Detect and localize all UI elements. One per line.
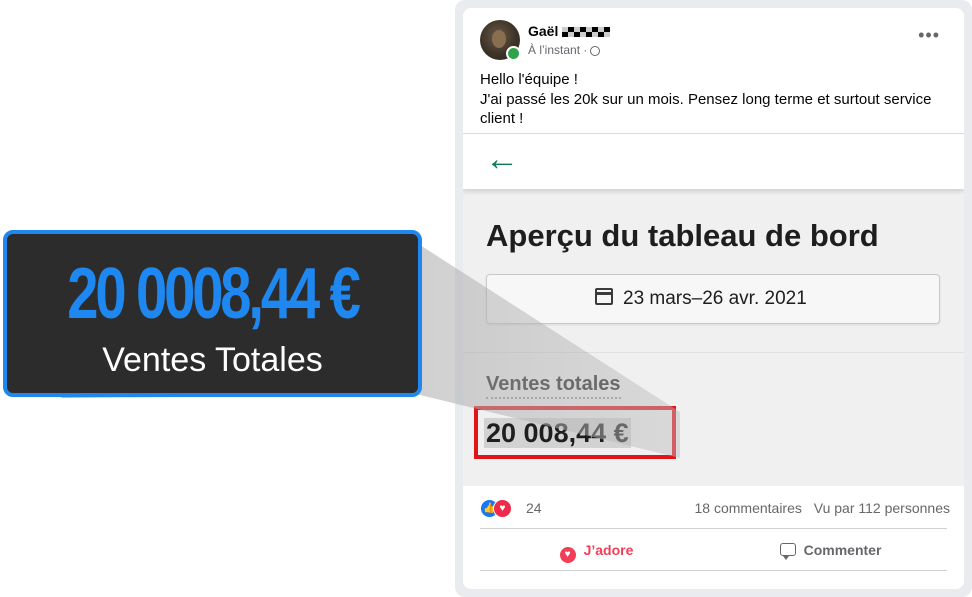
author-first-name[interactable]: Gaël xyxy=(528,23,558,39)
calendar-icon xyxy=(595,288,613,305)
post-text-line: Hello l'équipe ! xyxy=(480,71,578,88)
view-count[interactable]: Vu par 112 personnes xyxy=(814,500,950,516)
total-sales-value: 20 008,44 € xyxy=(484,418,631,448)
sales-callout: 20 0008,44 € Ventes Totales xyxy=(3,230,422,397)
love-icon[interactable]: ♥ xyxy=(493,499,512,518)
dashboard-title: Aperçu du tableau de bord xyxy=(486,218,879,253)
online-status-dot xyxy=(506,46,521,61)
reaction-count[interactable]: 24 xyxy=(526,500,542,516)
comments-count[interactable]: 18 commentaires xyxy=(695,500,802,516)
post-text-line: J'ai passé les 20k sur un mois. Pensez l… xyxy=(480,90,932,108)
date-range-text: 23 mars–26 avr. 2021 xyxy=(623,288,807,309)
more-options-icon[interactable]: ••• xyxy=(918,26,940,44)
avatar-face xyxy=(492,30,506,48)
engagement-stats: 18 commentaires Vu par 112 personnes xyxy=(687,500,951,516)
avatar[interactable] xyxy=(480,20,521,61)
total-sales-label: Ventes totales xyxy=(486,373,621,399)
comment-button[interactable]: Commenter xyxy=(714,532,947,568)
divider xyxy=(480,570,947,571)
post-timestamp[interactable]: À l’instant · xyxy=(528,43,587,57)
dashboard-topbar: ← xyxy=(463,134,964,189)
divider xyxy=(463,352,964,353)
callout-amount: 20 0008,44 € xyxy=(67,254,361,334)
author-name[interactable]: Gaël xyxy=(528,23,611,39)
globe-icon xyxy=(590,46,601,56)
dashboard-screenshot[interactable]: ← Aperçu du tableau de bord 23 mars–26 a… xyxy=(463,133,964,486)
love-button[interactable]: ♥ J’adore xyxy=(480,532,713,568)
comment-button-label: Commenter xyxy=(803,542,882,558)
back-arrow-icon: ← xyxy=(485,140,519,178)
post-meta: À l’instant · xyxy=(528,43,601,57)
heart-icon: ♥ xyxy=(559,547,576,563)
reactions-row: 👍 ♥ 24 18 commentaires Vu par 112 person… xyxy=(480,498,950,520)
post-actions: ♥ J’adore Commenter xyxy=(480,532,947,570)
censored-surname xyxy=(562,27,611,37)
date-range-button: 23 mars–26 avr. 2021 xyxy=(486,274,940,324)
divider xyxy=(480,528,947,529)
facebook-post-card: Gaël À l’instant · ••• Hello l'équipe ! … xyxy=(463,8,964,589)
post-text: Hello l'équipe ! J'ai passé les 20k sur … xyxy=(480,70,950,129)
callout-caption: Ventes Totales xyxy=(102,341,323,379)
highlight-box: 20 008,44 € xyxy=(474,406,676,459)
comment-bubble-icon xyxy=(779,543,796,560)
love-button-label: J’adore xyxy=(583,542,634,558)
post-text-line: client ! xyxy=(480,110,524,127)
